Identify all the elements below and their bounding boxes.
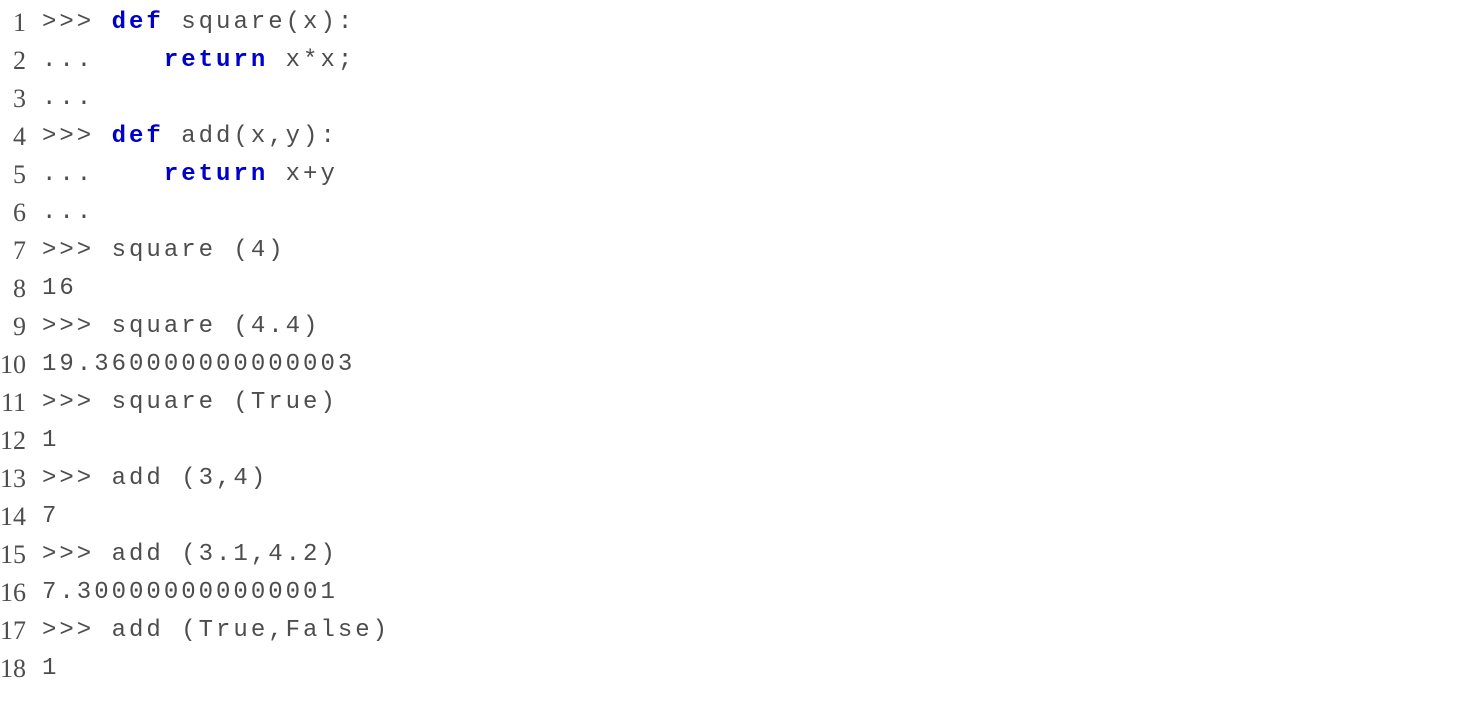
- code-line: >>> square (4.4): [42, 308, 1470, 346]
- code-text: >>> add (3,4): [42, 465, 268, 492]
- code-text: x*x;: [268, 47, 355, 74]
- code-line: 1: [42, 650, 1470, 688]
- code-text: >>> square (True): [42, 389, 338, 416]
- code-text: ...: [42, 161, 164, 188]
- code-text: >>> add (3.1,4.2): [42, 541, 338, 568]
- code-line: 7: [42, 498, 1470, 536]
- code-text: 1: [42, 655, 59, 682]
- line-number: 2: [0, 42, 26, 80]
- code-text: >>>: [42, 9, 112, 36]
- code-line: ...: [42, 194, 1470, 232]
- code-text: add(x,y):: [164, 123, 338, 150]
- line-number: 11: [0, 384, 26, 422]
- code-text: ...: [42, 199, 94, 226]
- code-line: >>> square (True): [42, 384, 1470, 422]
- code-text: >>> add (True,False): [42, 617, 390, 644]
- code-line: >>> square (4): [42, 232, 1470, 270]
- code-line: >>> def add(x,y):: [42, 118, 1470, 156]
- code-line: 19.360000000000003: [42, 346, 1470, 384]
- code-text: 16: [42, 275, 77, 302]
- code-line: >>> def square(x):: [42, 4, 1470, 42]
- line-number: 17: [0, 612, 26, 650]
- code-text: 1: [42, 427, 59, 454]
- line-number: 5: [0, 156, 26, 194]
- line-number: 3: [0, 80, 26, 118]
- code-text: ...: [42, 85, 94, 112]
- line-number: 14: [0, 498, 26, 536]
- line-number: 1: [0, 4, 26, 42]
- code-line: >>> add (3.1,4.2): [42, 536, 1470, 574]
- line-number: 15: [0, 536, 26, 574]
- line-number: 4: [0, 118, 26, 156]
- line-number: 13: [0, 460, 26, 498]
- line-number: 12: [0, 422, 26, 460]
- code-text: 19.360000000000003: [42, 351, 355, 378]
- code-text: >>> square (4.4): [42, 313, 320, 340]
- line-number: 6: [0, 194, 26, 232]
- code-block: 1 2 3 4 5 6 7 8 9 10 11 12 13 14 15 16 1…: [0, 4, 1470, 688]
- code-text: >>>: [42, 123, 112, 150]
- code-line: ... return x+y: [42, 156, 1470, 194]
- code-text: ...: [42, 47, 164, 74]
- code-line: >>> add (3,4): [42, 460, 1470, 498]
- code-text: >>> square (4): [42, 237, 286, 264]
- code-text: x+y: [268, 161, 338, 188]
- keyword-def: def: [112, 123, 164, 150]
- code-text: 7: [42, 503, 59, 530]
- code-line: ...: [42, 80, 1470, 118]
- line-number: 8: [0, 270, 26, 308]
- line-number: 18: [0, 650, 26, 688]
- code-text: 7.300000000000001: [42, 579, 338, 606]
- code-line: ... return x*x;: [42, 42, 1470, 80]
- keyword-return: return: [164, 47, 268, 74]
- line-number: 7: [0, 232, 26, 270]
- line-number-gutter: 1 2 3 4 5 6 7 8 9 10 11 12 13 14 15 16 1…: [0, 4, 42, 688]
- keyword-return: return: [164, 161, 268, 188]
- code-content: >>> def square(x): ... return x*x; ... >…: [42, 4, 1470, 688]
- line-number: 9: [0, 308, 26, 346]
- line-number: 10: [0, 346, 26, 384]
- keyword-def: def: [112, 9, 164, 36]
- code-text: square(x):: [164, 9, 355, 36]
- code-line: 16: [42, 270, 1470, 308]
- code-line: >>> add (True,False): [42, 612, 1470, 650]
- line-number: 16: [0, 574, 26, 612]
- code-line: 1: [42, 422, 1470, 460]
- code-line: 7.300000000000001: [42, 574, 1470, 612]
